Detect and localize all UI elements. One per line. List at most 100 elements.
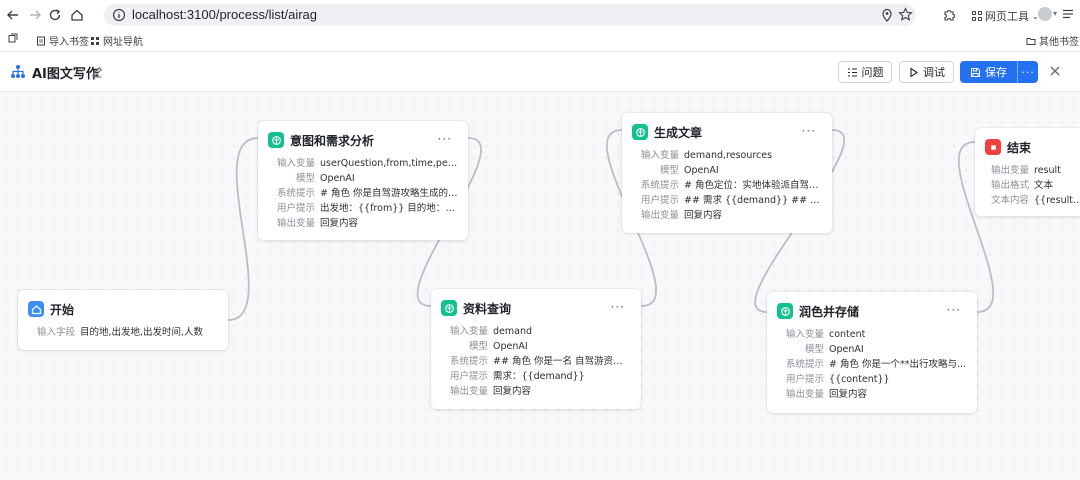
site-info-icon[interactable] <box>112 8 126 22</box>
back-button[interactable] <box>4 6 22 24</box>
grid-icon <box>91 36 99 45</box>
other-bookmarks[interactable]: 其他书签 <box>1026 33 1079 48</box>
save-button-group: 保存 ··· <box>960 61 1038 83</box>
node-data-query[interactable]: 资料查询 ··· 输入变量 demand 模型 OpenAI 系统提示 ## 角色 你… <box>431 289 641 409</box>
url-text[interactable]: localhost:3100/process/list/airag <box>132 7 317 22</box>
field-row: 输出变量 回复内容 <box>268 216 458 231</box>
debug-label: 调试 <box>923 66 945 79</box>
node-header: 生成文章 ··· <box>632 122 822 142</box>
forward-button[interactable] <box>26 6 44 24</box>
field-label: 输入变量 <box>276 158 315 169</box>
debug-button[interactable]: 调试 <box>899 61 954 83</box>
save-label: 保存 <box>985 66 1007 79</box>
save-button[interactable]: 保存 <box>960 61 1017 83</box>
stop-icon <box>985 139 1001 155</box>
node-title: 生成文章 <box>654 125 703 140</box>
node-title: 润色并存储 <box>799 304 860 319</box>
node-header: 润色并存储 ··· <box>777 301 967 321</box>
node-fields: 输出变量 result 输出格式 文本 文本内容 {{result}} <box>985 163 1080 208</box>
field-row: 输出变量 result <box>985 163 1080 178</box>
field-label: 模型 <box>468 341 488 352</box>
node-more-icon[interactable]: ··· <box>438 132 452 146</box>
field-value: 回复内容 <box>493 386 532 397</box>
field-label: 模型 <box>295 173 315 184</box>
bookmarks-apps-button[interactable] <box>8 33 18 43</box>
field-label: 用户提示 <box>640 195 679 206</box>
address-bar[interactable]: localhost:3100/process/list/airag <box>104 4 916 26</box>
node-fields: 输入变量 content 模型 OpenAI 系统提示 # 角色 你是一个**出行攻略… <box>777 327 967 402</box>
bookmark-label: 网址导航 <box>103 37 143 48</box>
field-value: 目的地,出发地,出发时间,人数 <box>80 327 204 338</box>
list-check-icon <box>847 67 857 77</box>
node-header: 资料查询 ··· <box>441 298 631 318</box>
profile-avatar[interactable] <box>1038 7 1052 21</box>
field-row: 用户提示 需求：{{demand}} <box>441 369 631 384</box>
close-icon[interactable] <box>1048 64 1062 78</box>
node-header: 意图和需求分析 ··· <box>268 130 458 150</box>
extensions-icon[interactable] <box>942 7 957 22</box>
field-value: 文本 <box>1034 180 1054 191</box>
bookmark-nav[interactable]: 网址导航 <box>90 33 143 48</box>
bookmark-star-icon[interactable] <box>898 7 913 22</box>
field-row: 模型 OpenAI <box>777 342 967 357</box>
edit-icon[interactable] <box>91 66 103 78</box>
workflow-edges <box>227 129 995 321</box>
bookmark-label: 导入书签 <box>49 37 89 48</box>
home-button[interactable] <box>68 6 86 24</box>
field-label: 用户提示 <box>785 374 824 385</box>
node-fields: 输入字段 目的地,出发地,出发时间,人数 <box>28 325 218 340</box>
node-intent-analysis[interactable]: 意图和需求分析 ··· 输入变量 userQuestion,from,time,p… <box>258 121 468 240</box>
field-label: 模型 <box>804 344 824 355</box>
field-value: ## 需求 {{demand}} ## 资料 {{re... <box>684 195 822 206</box>
home-icon <box>28 301 44 317</box>
field-value: demand,resources <box>684 150 773 161</box>
field-label: 输入变量 <box>449 326 488 337</box>
folder-icon <box>1026 37 1036 45</box>
web-tools-menu[interactable]: 网页工具 ⌄ <box>972 8 1039 24</box>
bookmark-import[interactable]: 导入书签 <box>36 33 89 48</box>
issues-button[interactable]: 问题 <box>838 61 892 83</box>
field-label: 系统提示 <box>785 359 824 370</box>
field-value: OpenAI <box>829 344 864 355</box>
node-title: 开始 <box>50 302 75 317</box>
field-value: {{result}} <box>1034 195 1080 206</box>
field-value: OpenAI <box>684 165 719 176</box>
node-fields: 输入变量 demand,resources 模型 OpenAI 系统提示 # 角色定位… <box>632 148 822 223</box>
node-generate-article[interactable]: 生成文章 ··· 输入变量 demand,resources 模型 OpenAI 系… <box>622 113 832 233</box>
field-row: 文本内容 {{result}} <box>985 193 1080 208</box>
back-arrow-icon <box>7 10 18 20</box>
node-title: 资料查询 <box>463 301 512 316</box>
field-label: 文本内容 <box>990 195 1029 206</box>
workflow-logo-icon <box>11 65 25 78</box>
node-end[interactable]: 结束 输出变量 result 输出格式 文本 文本内容 {{result}} <box>975 128 1080 216</box>
field-label: 输出变量 <box>276 218 315 229</box>
save-more-button[interactable]: ··· <box>1017 61 1038 83</box>
node-more-icon[interactable]: ··· <box>611 300 625 314</box>
node-polish-store[interactable]: 润色并存储 ··· 输入变量 content 模型 OpenAI 系统提示 # 角色 … <box>767 292 977 413</box>
node-more-icon[interactable]: ··· <box>947 303 961 317</box>
field-value: 需求：{{demand}} <box>493 371 585 382</box>
field-row: 输入变量 demand <box>441 324 631 339</box>
field-value: OpenAI <box>493 341 528 352</box>
node-title: 意图和需求分析 <box>290 133 375 148</box>
field-row: 用户提示 ## 需求 {{demand}} ## 资料 {{re... <box>632 193 822 208</box>
field-row: 系统提示 # 角色 你是自驾游攻略生成的需... <box>268 186 458 201</box>
app-header: AI图文写作 问题 调试 保存 ··· <box>0 52 1080 92</box>
field-row: 模型 OpenAI <box>632 163 822 178</box>
node-fields: 输入变量 userQuestion,from,time,people... 模型 O… <box>268 156 458 231</box>
field-value: 回复内容 <box>320 218 359 229</box>
browser-chrome: localhost:3100/process/list/airag 网页工具 ⌄… <box>0 0 1080 52</box>
field-label: 系统提示 <box>449 356 488 367</box>
home-icon <box>71 9 83 21</box>
copy-icon <box>8 33 18 43</box>
reload-button[interactable] <box>46 6 64 24</box>
workflow-canvas[interactable]: 开始 输入字段 目的地,出发地,出发时间,人数 意图和需求分析 ··· 输入变量… <box>0 92 1080 480</box>
gpt-icon <box>268 132 284 148</box>
node-more-icon[interactable]: ··· <box>802 124 816 138</box>
field-row: 输出变量 回复内容 <box>441 384 631 399</box>
location-pin-icon[interactable] <box>880 8 894 22</box>
field-row: 输出变量 回复内容 <box>777 387 967 402</box>
field-value: content <box>829 329 866 340</box>
node-start[interactable]: 开始 输入字段 目的地,出发地,出发时间,人数 <box>18 290 228 350</box>
browser-menu-icon[interactable] <box>1062 9 1074 19</box>
